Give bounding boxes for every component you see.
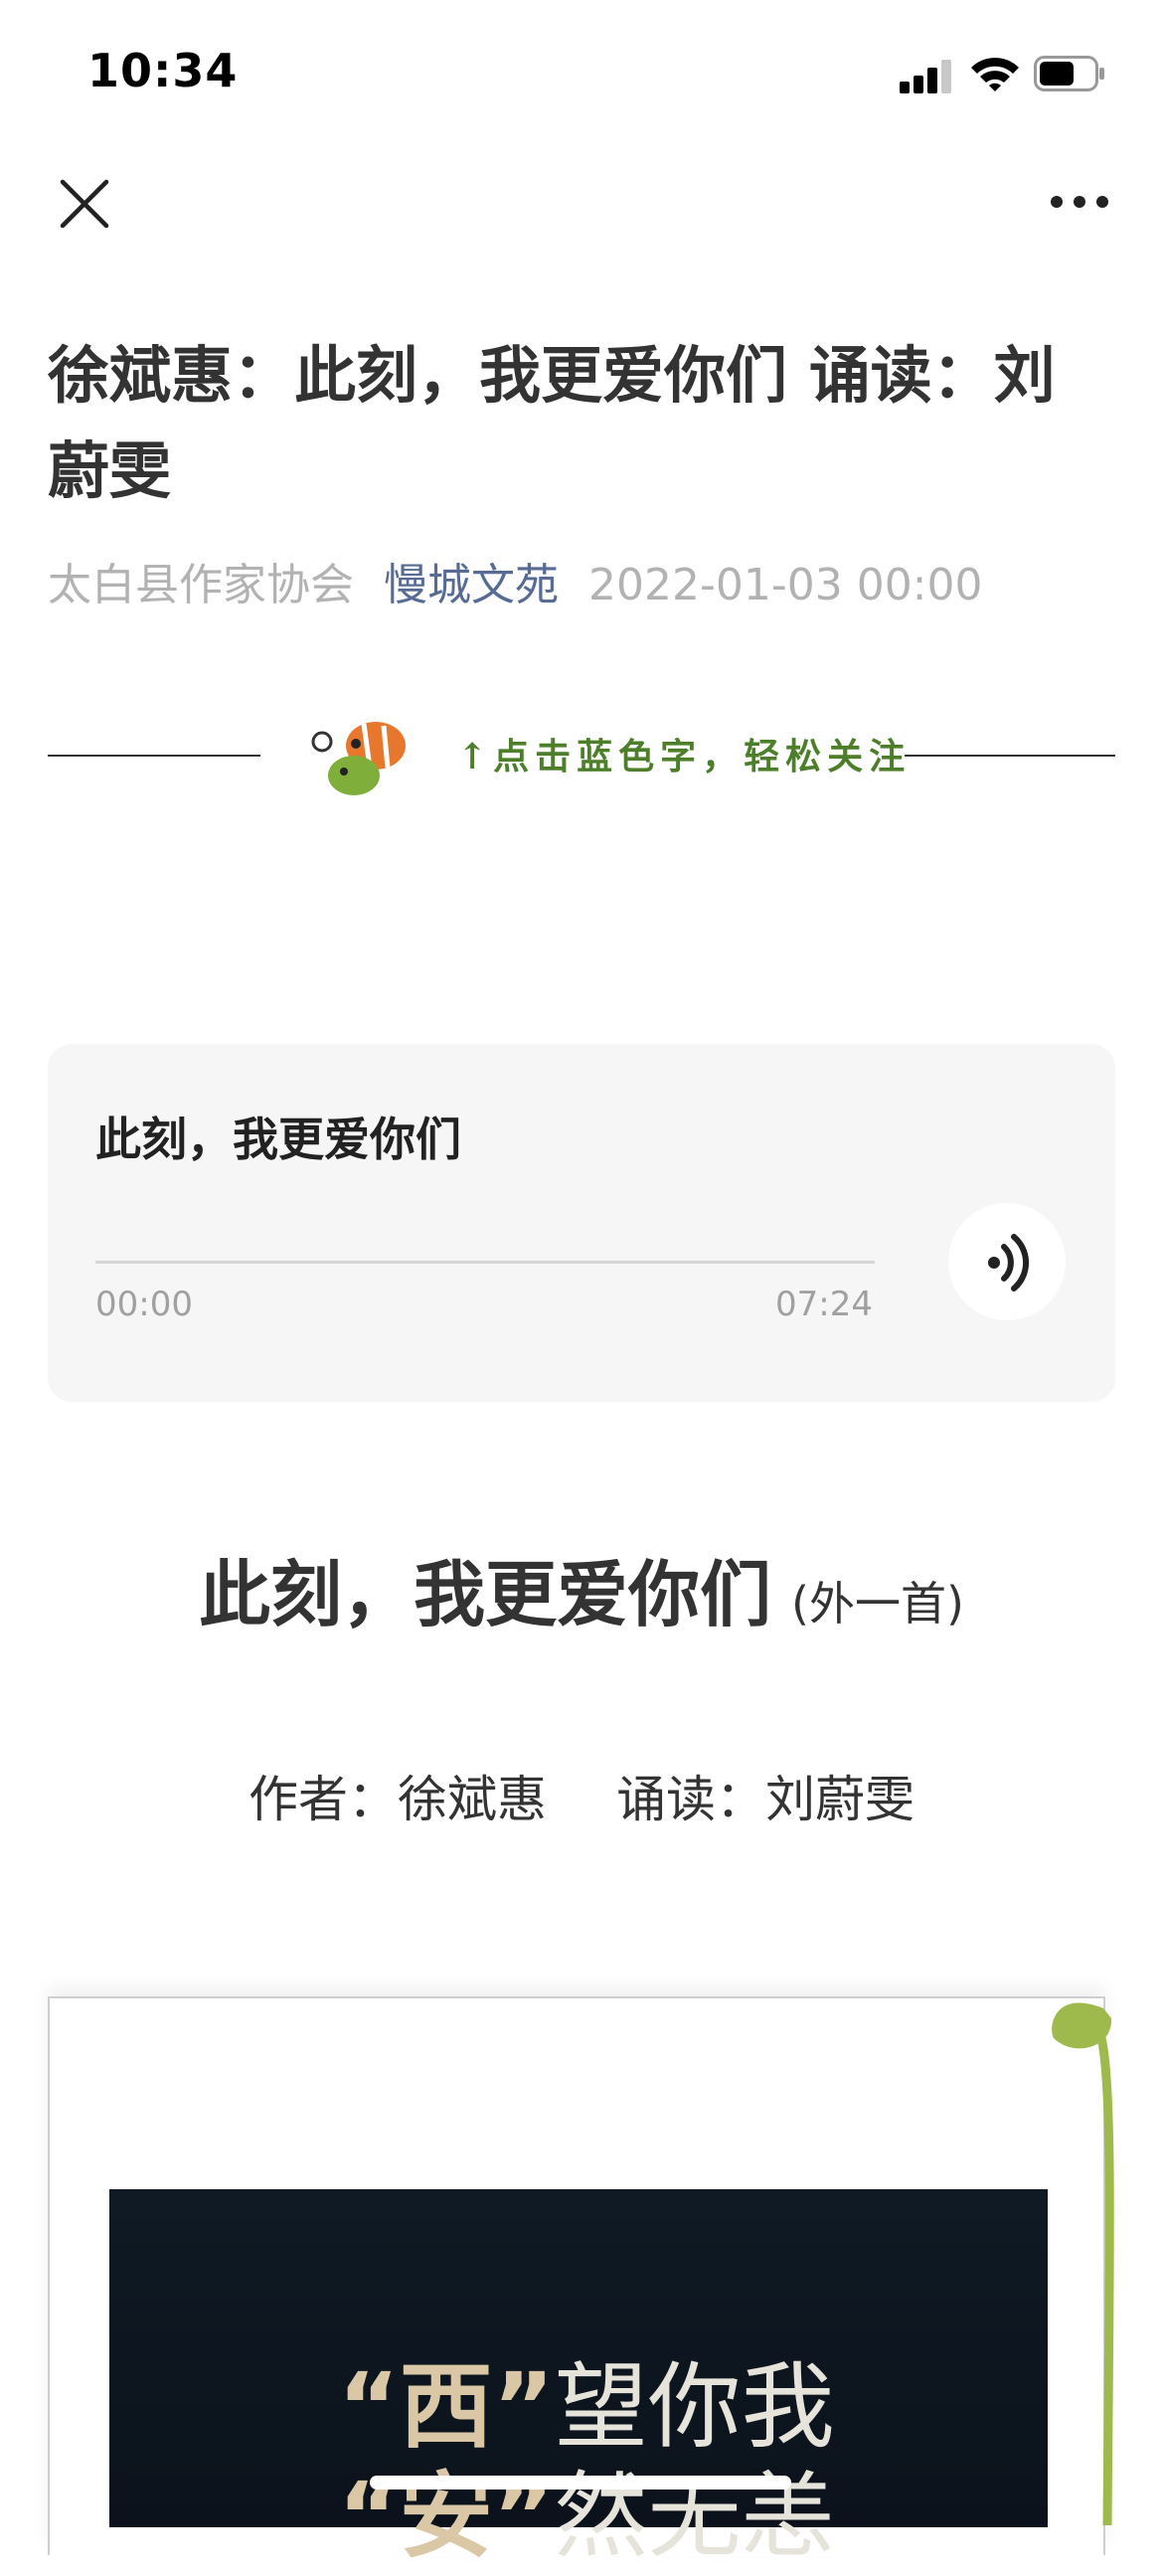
poem-credits: 作者：徐斌惠 诵读：刘蔚雯 bbox=[0, 1760, 1163, 1831]
poem-reader: 诵读：刘蔚雯 bbox=[616, 1771, 914, 1828]
poem-subtitle: (外一首) bbox=[791, 1577, 964, 1631]
author-org: 太白县作家协会 bbox=[48, 560, 354, 610]
account-link[interactable]: 慢城文苑 bbox=[384, 560, 559, 610]
article-title: 徐斌惠：此刻，我更爱你们 诵读：刘蔚雯 bbox=[48, 339, 1056, 507]
banner-divider-right bbox=[905, 755, 1115, 757]
publish-date: 2022-01-03 00:00 bbox=[588, 560, 983, 610]
article-meta: 太白县作家协会 慢城文苑 2022-01-03 00:00 bbox=[48, 549, 983, 612]
home-indicator[interactable] bbox=[370, 2476, 791, 2490]
poem-title: 此刻，我更爱你们 bbox=[199, 1553, 772, 1636]
fish-icon bbox=[311, 722, 406, 795]
poster-text-line2: “安”然无恙 bbox=[338, 2463, 835, 2571]
more-icon[interactable] bbox=[1049, 187, 1110, 217]
close-icon[interactable] bbox=[55, 174, 114, 234]
audio-player[interactable]: 此刻，我更爱你们 00:00 07:24 bbox=[48, 1044, 1115, 1402]
banner-divider-left bbox=[48, 755, 260, 757]
follow-banner-text[interactable]: ↑点击蓝色字，轻松关注 bbox=[457, 728, 911, 779]
battery-icon bbox=[1034, 56, 1104, 91]
wifi-icon bbox=[971, 58, 1019, 91]
audio-play-button[interactable] bbox=[948, 1203, 1066, 1320]
leaf-vine-decoration bbox=[1052, 2002, 1114, 2525]
audio-current-time: 00:00 bbox=[95, 1285, 193, 1324]
audio-duration: 07:24 bbox=[775, 1285, 873, 1324]
audio-title: 此刻，我更爱你们 bbox=[95, 1113, 461, 1166]
status-time: 10:34 bbox=[87, 44, 239, 97]
sound-wave-icon bbox=[988, 1234, 1030, 1291]
audio-progress-bar[interactable] bbox=[95, 1261, 875, 1264]
poem-heading: 此刻，我更爱你们 (外一首) bbox=[0, 1536, 1163, 1640]
signal-icon bbox=[900, 58, 953, 93]
poem-author: 作者：徐斌惠 bbox=[249, 1771, 547, 1828]
